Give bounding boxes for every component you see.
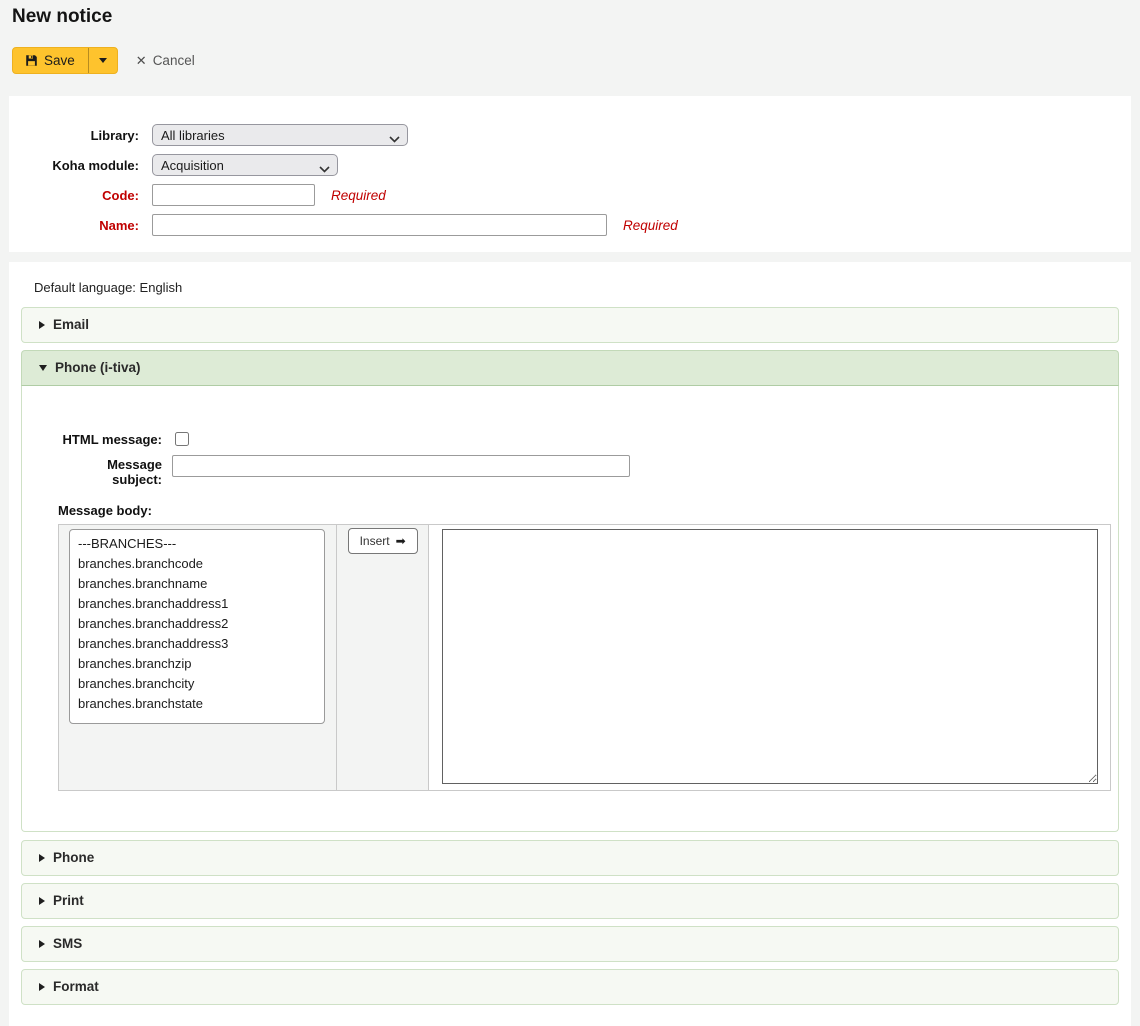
library-select[interactable]: All libraries	[152, 124, 408, 146]
page-title: New notice	[12, 5, 1128, 29]
name-label: Name:	[21, 214, 139, 233]
koha-module-select[interactable]: Acquisition	[152, 154, 338, 176]
name-row: Name: Required	[21, 214, 1119, 236]
code-field[interactable]	[152, 184, 315, 206]
html-message-checkbox[interactable]	[175, 432, 189, 446]
field-option[interactable]: branches.branchcode	[70, 553, 324, 573]
insert-button[interactable]: Insert ➡	[348, 528, 418, 554]
page-header: New notice Save ✕ Cancel	[0, 0, 1140, 74]
save-dropdown-toggle[interactable]	[88, 48, 117, 73]
field-option[interactable]: branches.branchzip	[70, 653, 324, 673]
code-row: Code: Required	[21, 184, 1119, 206]
triangle-right-icon	[39, 854, 45, 862]
accordion-label-phone: Phone	[53, 850, 94, 866]
triangle-right-icon	[39, 983, 45, 991]
accordion-label-sms: SMS	[53, 936, 82, 952]
chevron-down-icon	[99, 58, 107, 63]
accordion-header-phone[interactable]: Phone	[21, 840, 1119, 876]
message-body-textarea[interactable]	[442, 529, 1098, 784]
library-row: Library: All libraries	[21, 124, 1119, 146]
name-required-note: Required	[623, 214, 678, 233]
default-language-label: Default language:	[34, 280, 136, 295]
field-option[interactable]: branches.branchname	[70, 573, 324, 593]
cancel-label: Cancel	[153, 53, 195, 68]
accordion-label-format: Format	[53, 979, 99, 995]
accordion-label-phone-itiva: Phone (i-tiva)	[55, 360, 141, 376]
triangle-down-icon	[39, 365, 47, 371]
accordion-header-email[interactable]: Email	[21, 307, 1119, 343]
field-option[interactable]: branches.branchcity	[70, 673, 324, 693]
accordion-header-print[interactable]: Print	[21, 883, 1119, 919]
message-subject-row: Message subject:	[58, 455, 1111, 487]
accordion-label-email: Email	[53, 317, 89, 333]
accordion-header-sms[interactable]: SMS	[21, 926, 1119, 962]
arrow-right-icon: ➡	[396, 535, 406, 547]
save-floppy-icon	[25, 54, 38, 67]
koha-module-row: Koha module: Acquisition	[21, 154, 1119, 176]
triangle-right-icon	[39, 940, 45, 948]
field-option[interactable]: branches.branchaddress1	[70, 593, 324, 613]
field-option[interactable]: branches.branchaddress2	[70, 613, 324, 633]
message-fields-listbox[interactable]: ---BRANCHES---branches.branchcodebranche…	[69, 529, 325, 724]
close-icon: ✕	[136, 54, 147, 67]
message-subject-label: Message subject:	[58, 455, 162, 487]
notice-content-panel: Default language: English Email Phone (i…	[9, 262, 1131, 1026]
message-body-label-row: Message body:	[58, 501, 1111, 518]
accordion-header-format[interactable]: Format	[21, 969, 1119, 1005]
toolbar: Save ✕ Cancel	[12, 46, 1128, 74]
message-body-cell	[429, 525, 1110, 790]
message-body-label: Message body:	[58, 501, 152, 518]
cancel-button[interactable]: ✕ Cancel	[136, 53, 195, 68]
save-split-button: Save	[12, 47, 118, 74]
html-message-label: HTML message:	[58, 430, 162, 447]
field-list-cell: ---BRANCHES---branches.branchcodebranche…	[59, 525, 337, 790]
triangle-right-icon	[39, 897, 45, 905]
code-required-note: Required	[331, 184, 386, 203]
field-option[interactable]: ---BRANCHES---	[70, 533, 324, 553]
library-label: Library:	[21, 124, 139, 143]
triangle-right-icon	[39, 321, 45, 329]
phone-itiva-panel-body: HTML message: Message subject: Message b…	[21, 386, 1119, 832]
html-message-row: HTML message:	[58, 430, 1111, 447]
message-body-editor: ---BRANCHES---branches.branchcodebranche…	[58, 524, 1111, 791]
field-option[interactable]: branches.branchstate	[70, 693, 324, 713]
field-option[interactable]: branches.branchaddress3	[70, 633, 324, 653]
accordion-header-phone-itiva[interactable]: Phone (i-tiva)	[21, 350, 1119, 386]
name-field[interactable]	[152, 214, 607, 236]
insert-button-label: Insert	[360, 534, 390, 548]
accordion-label-print: Print	[53, 893, 84, 909]
default-language: Default language: English	[21, 280, 1119, 295]
save-button[interactable]: Save	[13, 48, 88, 73]
message-subject-field[interactable]	[172, 455, 630, 477]
insert-cell: Insert ➡	[337, 525, 429, 790]
save-button-label: Save	[44, 53, 75, 68]
default-language-value: English	[140, 280, 183, 295]
notice-settings-panel: Library: All libraries Koha module: Acqu…	[9, 96, 1131, 252]
code-label: Code:	[21, 184, 139, 203]
koha-module-label: Koha module:	[21, 154, 139, 173]
